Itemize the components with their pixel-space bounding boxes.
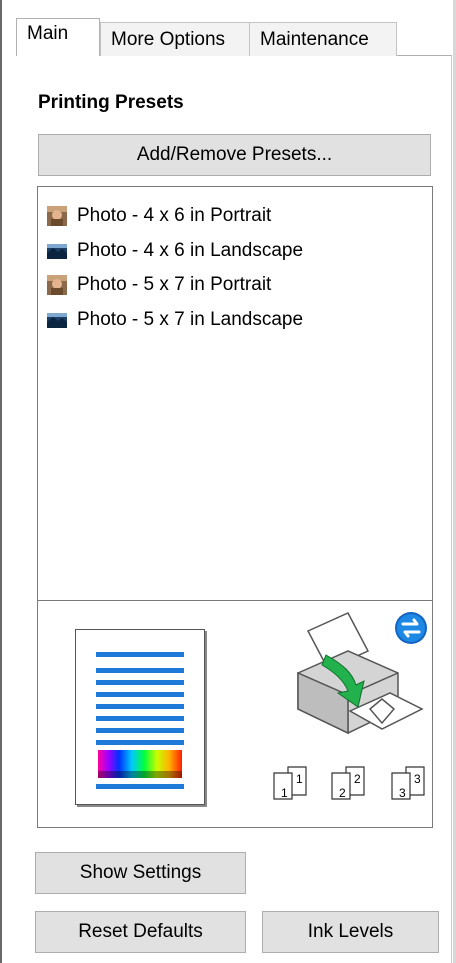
portrait-photo-icon	[47, 206, 67, 226]
tab-more-options-label: More Options	[111, 29, 226, 50]
show-settings-button[interactable]: Show Settings	[35, 852, 246, 894]
page-layout-preview-icon	[75, 629, 205, 805]
page-layout-graphic	[96, 652, 184, 789]
landscape-photo-icon	[47, 313, 67, 328]
collate-label: 1	[281, 786, 288, 800]
preset-label: Photo - 4 x 6 in Portrait	[77, 205, 272, 226]
reset-defaults-label: Reset Defaults	[78, 921, 203, 942]
tab-main[interactable]: Main	[16, 18, 100, 56]
collate-label: 1	[296, 772, 303, 786]
blue-sync-icon	[395, 612, 427, 644]
add-remove-presets-label: Add/Remove Presets...	[136, 144, 333, 165]
collate-copy-1-icon: 1 1	[273, 766, 307, 800]
tab-maintenance[interactable]: Maintenance	[249, 22, 397, 56]
collate-label: 2	[354, 772, 361, 786]
window-left-edge	[0, 0, 2, 963]
tab-main-label: Main	[27, 23, 69, 44]
tab-maintenance-label: Maintenance	[260, 29, 369, 50]
collate-copy-3-icon: 3 3	[391, 766, 425, 800]
preset-item[interactable]: Photo - 4 x 6 in Landscape	[46, 234, 303, 268]
ink-levels-button[interactable]: Ink Levels	[262, 911, 439, 953]
preset-item[interactable]: Photo - 4 x 6 in Portrait	[46, 199, 271, 233]
preset-label: Photo - 5 x 7 in Portrait	[77, 274, 272, 295]
preset-item[interactable]: Photo - 5 x 7 in Portrait	[46, 268, 271, 302]
print-preview-box: 1 1 2 2 3 3	[37, 600, 433, 828]
portrait-photo-icon	[47, 275, 67, 295]
preset-label: Photo - 4 x 6 in Landscape	[77, 240, 304, 261]
show-settings-label: Show Settings	[79, 862, 202, 883]
collate-copy-2-icon: 2 2	[331, 766, 365, 800]
landscape-photo-icon	[47, 244, 67, 259]
add-remove-presets-button[interactable]: Add/Remove Presets...	[38, 134, 431, 176]
collate-label: 3	[399, 786, 406, 800]
tab-more-options[interactable]: More Options	[100, 22, 250, 56]
collate-label: 3	[414, 772, 421, 786]
collate-label: 2	[339, 786, 346, 800]
reset-defaults-button[interactable]: Reset Defaults	[35, 911, 246, 953]
ink-levels-label: Ink Levels	[307, 921, 394, 942]
preset-item[interactable]: Photo - 5 x 7 in Landscape	[46, 303, 303, 337]
preset-list[interactable]: Photo - 4 x 6 in Portrait Photo - 4 x 6 …	[37, 186, 433, 600]
printing-presets-title: Printing Presets	[38, 92, 184, 113]
preset-label: Photo - 5 x 7 in Landscape	[77, 309, 304, 330]
